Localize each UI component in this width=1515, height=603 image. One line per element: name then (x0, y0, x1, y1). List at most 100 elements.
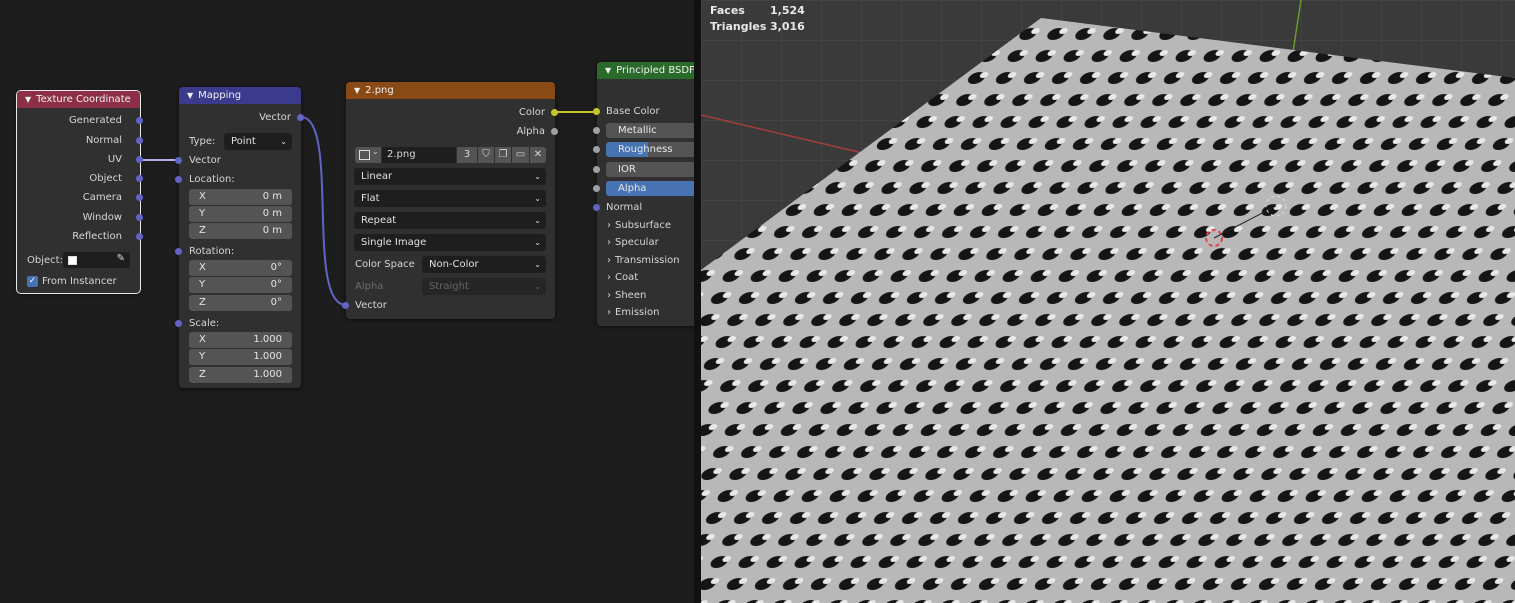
principled-bsdf-node[interactable]: ▼ Principled BSDF Base Color Metallic Rou… (593, 62, 694, 326)
panel-coat[interactable]: › Coat (607, 270, 638, 285)
panel-transmission[interactable]: › Transmission (607, 253, 680, 268)
rotation-z[interactable]: Z 0° (189, 295, 292, 311)
chevron-down-icon: ⌄ (280, 137, 287, 146)
principled-bsdf-header[interactable]: ▼ Principled BSDF (597, 62, 694, 79)
roughness-field[interactable]: Roughness (606, 142, 694, 157)
rotation-x[interactable]: X 0° (189, 260, 292, 276)
socket-vector-out[interactable] (297, 114, 304, 121)
socket-location[interactable] (175, 176, 182, 183)
socket-metallic[interactable] (593, 127, 600, 134)
collapse-chevron-icon[interactable]: ▼ (187, 87, 193, 104)
object-field[interactable]: ✎ (63, 252, 130, 268)
mapping-header[interactable]: ▼ Mapping (179, 87, 301, 104)
socket-window[interactable] (136, 214, 143, 221)
panel-sheen[interactable]: › Sheen (607, 288, 646, 303)
socket-camera[interactable] (136, 194, 143, 201)
color-space-dropdown[interactable]: Non-Color ⌄ (422, 256, 546, 273)
socket-alpha-out[interactable] (551, 128, 558, 135)
scale-y[interactable]: Y 1.000 (189, 349, 292, 365)
image-texture-node[interactable]: ▼ 2.png Color Alpha ⌄ 2.png 3 ⛉ ❐ ▭ ✕ Lin… (342, 82, 558, 319)
socket-color-out[interactable] (551, 109, 558, 116)
texture-coordinate-node[interactable]: ▼ Texture Coordinate Generated Normal UV … (16, 90, 143, 294)
location-x[interactable]: X0 m (189, 189, 292, 205)
source-dropdown[interactable]: Single Image ⌄ (354, 234, 546, 251)
area-divider[interactable] (694, 0, 701, 603)
texture-coordinate-header[interactable]: ▼ Texture Coordinate (17, 91, 140, 108)
base-color-label: Base Color (606, 106, 660, 117)
eyedropper-icon[interactable]: ✎ (117, 253, 125, 264)
projection-dropdown[interactable]: Flat ⌄ (354, 190, 546, 207)
type-label: Type: (189, 136, 216, 147)
socket-roughness[interactable] (593, 146, 600, 153)
image-name-field[interactable]: 2.png (382, 147, 456, 163)
socket-rotation[interactable] (175, 248, 182, 255)
chevron-right-icon: › (607, 237, 611, 248)
socket-object[interactable] (136, 175, 143, 182)
socket-normal[interactable] (593, 204, 600, 211)
shader-node-editor[interactable]: ▼ Texture Coordinate Generated Normal UV … (0, 0, 694, 603)
socket-uv[interactable] (136, 156, 143, 163)
type-dropdown[interactable]: Point ⌄ (224, 133, 292, 150)
collapse-chevron-icon[interactable]: ▼ (605, 62, 611, 79)
image-texture-header[interactable]: ▼ 2.png (346, 82, 555, 99)
image-browse-button[interactable]: ⌄ (355, 147, 381, 163)
socket-ior[interactable] (593, 166, 600, 173)
stats-overlay: Faces 1,524 Triangles 3,016 (710, 4, 805, 33)
color-space-label: Color Space (355, 259, 415, 270)
chevron-down-icon: ⌄ (534, 194, 541, 203)
rotation-label: Rotation: (189, 246, 235, 257)
collapse-chevron-icon[interactable]: ▼ (25, 91, 31, 108)
collapse-chevron-icon[interactable]: ▼ (354, 82, 360, 99)
socket-reflection[interactable] (136, 233, 143, 240)
node-title: 2.png (365, 85, 394, 96)
scale-z[interactable]: Z 1.000 (189, 367, 292, 383)
socket-vector-in[interactable] (175, 157, 182, 164)
output-color: Color (518, 107, 545, 118)
output-generated: Generated (68, 115, 122, 126)
location-y[interactable]: Y0 m (189, 206, 292, 222)
vector-input-label: Vector (355, 300, 387, 311)
socket-normal[interactable] (136, 137, 143, 144)
socket-vector-in[interactable] (342, 302, 349, 309)
socket-scale[interactable] (175, 320, 182, 327)
socket-alpha[interactable] (593, 185, 600, 192)
checkbox-icon[interactable]: ✓ (27, 275, 38, 287)
open-image-folder-icon[interactable]: ▭ (512, 147, 529, 163)
location-z[interactable]: Z0 m (189, 223, 292, 239)
object-cube-icon (68, 256, 77, 265)
ior-field[interactable]: IOR (606, 162, 694, 177)
socket-generated[interactable] (136, 117, 143, 124)
from-instancer-label: From Instancer (42, 276, 117, 287)
unlink-close-icon[interactable]: ✕ (530, 147, 546, 163)
output-reflection: Reflection (72, 231, 122, 242)
chevron-right-icon: › (607, 307, 611, 318)
alpha-field[interactable]: Alpha (606, 181, 694, 196)
from-instancer-toggle[interactable]: ✓ From Instancer (27, 274, 117, 289)
scale-x[interactable]: X 1.000 (189, 332, 292, 348)
mapping-node[interactable]: ▼ Mapping Vector Type: Point ⌄ Vector Loca… (175, 87, 304, 388)
object-label: Object: (27, 255, 63, 266)
stat-faces: Faces 1,524 (710, 4, 805, 17)
panel-specular[interactable]: › Specular (607, 235, 659, 250)
alpha-mode-label: Alpha (355, 281, 384, 292)
metallic-field[interactable]: Metallic (606, 123, 694, 138)
chevron-right-icon: › (607, 255, 611, 266)
link-mapping-vector-to-image-vector (300, 116, 347, 306)
output-uv: UV (107, 154, 122, 165)
output-alpha: Alpha (516, 126, 545, 137)
rotation-y[interactable]: Y 0° (189, 277, 292, 293)
type-value: Point (231, 136, 256, 147)
node-title: Mapping (198, 90, 242, 101)
node-title: Principled BSDF (616, 65, 694, 76)
extension-dropdown[interactable]: Repeat ⌄ (354, 212, 546, 229)
duplicate-image-icon[interactable]: ❐ (495, 147, 511, 163)
fake-user-shield-icon[interactable]: ⛉ (478, 147, 494, 163)
panel-emission[interactable]: › Emission (607, 305, 660, 320)
viewport-scene (701, 0, 1515, 603)
interpolation-dropdown[interactable]: Linear ⌄ (354, 168, 546, 185)
3d-viewport[interactable]: Faces 1,524 Triangles 3,016 (701, 0, 1515, 603)
chevron-down-icon: ⌄ (534, 238, 541, 247)
socket-base-color[interactable] (593, 108, 600, 115)
image-users-count[interactable]: 3 (457, 147, 477, 163)
panel-subsurface[interactable]: › Subsurface (607, 218, 671, 233)
